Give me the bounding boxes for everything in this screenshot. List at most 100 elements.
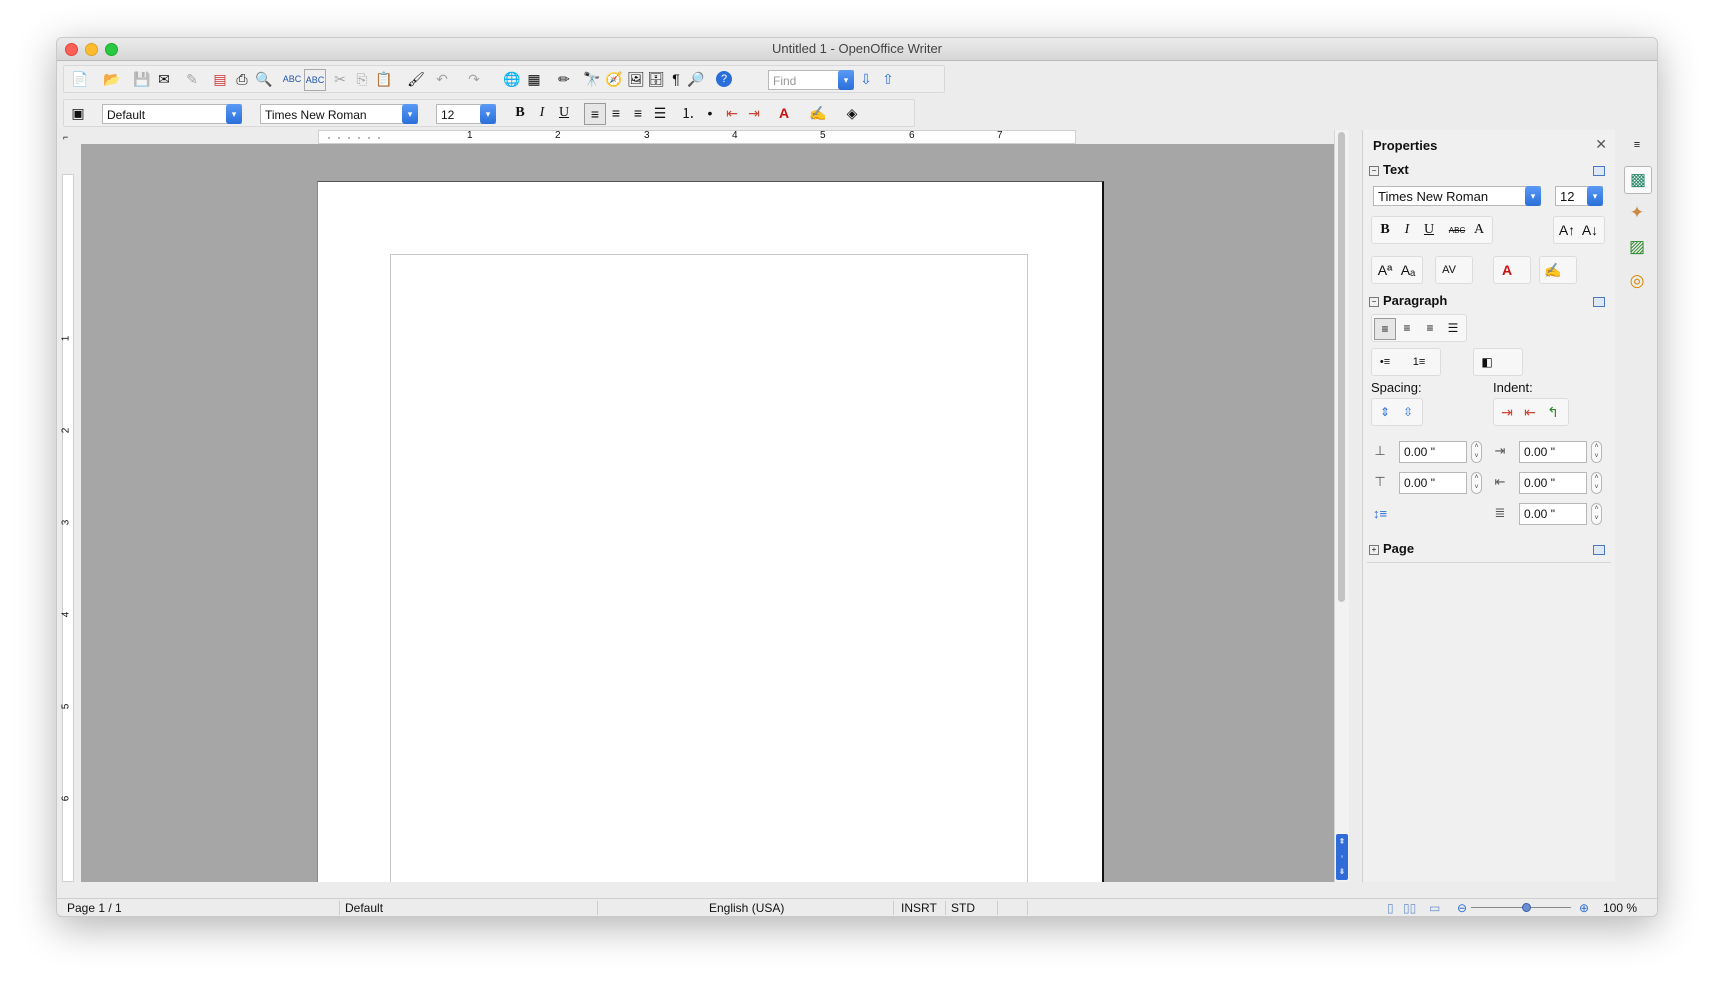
increase-spacing-icon[interactable]: ⇕ <box>1375 402 1395 422</box>
sidebar-highlighting-icon[interactable]: ✍ <box>1543 260 1563 280</box>
after-indent-spinner[interactable]: ˄ ˅ <box>1591 472 1602 494</box>
sidebar-increase-indent-icon[interactable]: ⇥ <box>1497 402 1517 422</box>
sidebar-menu-icon[interactable]: ≡ <box>1624 132 1650 158</box>
cut-icon[interactable]: ✂ <box>330 69 350 89</box>
highlighting-icon[interactable]: ✍ <box>808 103 828 123</box>
subscript-icon[interactable]: Aₐ <box>1398 260 1418 280</box>
edit-file-icon[interactable]: ✎ <box>182 69 202 89</box>
sidebar-justify-icon[interactable]: ☰ <box>1443 318 1463 338</box>
italic-icon[interactable]: I <box>532 103 552 123</box>
align-center-icon[interactable]: ≡ <box>606 103 626 123</box>
page-section-header[interactable]: + Page <box>1369 541 1414 556</box>
sidebar-align-left-icon[interactable]: ≡ <box>1374 318 1396 340</box>
strikethrough-icon[interactable]: ABC <box>1447 220 1467 240</box>
open-folder-icon[interactable]: 📂 <box>102 69 122 89</box>
font-size-select[interactable]: 12 ▾ <box>436 104 496 124</box>
multi-page-view-icon[interactable]: ▯▯ <box>1403 901 1416 915</box>
sidebar-numbering-icon[interactable]: 1≡ <box>1409 352 1429 372</box>
vertical-scrollbar[interactable]: ⇞ ◦ ⇟ <box>1334 130 1349 882</box>
language-status[interactable]: English (USA) <box>709 901 784 915</box>
find-next-icon[interactable]: ⇩ <box>856 69 876 89</box>
collapse-icon[interactable]: − <box>1369 166 1379 176</box>
above-spacing-field[interactable]: 0.00 " <box>1399 441 1467 463</box>
navigator-deck-icon[interactable]: ◎ <box>1624 268 1650 294</box>
first-line-indent-spinner[interactable]: ˄ ˅ <box>1591 503 1602 525</box>
zoom-icon[interactable]: 🔎 <box>686 69 706 89</box>
text-section-header[interactable]: − Text <box>1369 162 1409 177</box>
below-spacing-field[interactable]: 0.00 " <box>1399 472 1467 494</box>
find-input[interactable]: Find ▾ <box>768 70 854 90</box>
zoom-out-icon[interactable]: ⊖ <box>1457 901 1467 915</box>
single-page-view-icon[interactable]: ▯ <box>1387 901 1394 915</box>
underline-icon[interactable]: U <box>554 103 574 123</box>
decrease-font-size-icon[interactable]: A↓ <box>1580 220 1600 240</box>
selection-mode-status[interactable]: STD <box>951 901 975 915</box>
clone-formatting-icon[interactable]: 🖌 <box>406 69 426 89</box>
sidebar-align-center-icon[interactable]: ≡ <box>1397 318 1417 338</box>
sidebar-bold-icon[interactable]: B <box>1375 220 1395 240</box>
first-line-indent-field[interactable]: 0.00 " <box>1519 503 1587 525</box>
page-style-status[interactable]: Default <box>345 901 383 915</box>
close-icon[interactable]: ✕ <box>1595 136 1607 153</box>
document-page[interactable] <box>317 181 1104 882</box>
book-view-icon[interactable]: ▭ <box>1429 901 1440 915</box>
tab-stop-type-icon[interactable]: ⌐ <box>63 132 68 142</box>
more-options-icon[interactable] <box>1593 297 1605 307</box>
formatting-marks-icon[interactable]: ¶ <box>666 69 686 89</box>
sidebar-italic-icon[interactable]: I <box>1397 220 1417 240</box>
font-name-select[interactable]: Times New Roman ▾ <box>260 104 418 124</box>
horizontal-ruler[interactable]: 1 2 3 4 5 6 7 <box>318 130 1076 144</box>
print-icon[interactable]: ⎙ <box>232 69 252 89</box>
sidebar-align-right-icon[interactable]: ≡ <box>1420 318 1440 338</box>
before-indent-field[interactable]: 0.00 " <box>1519 441 1587 463</box>
undo-icon[interactable]: ↶ <box>432 69 452 89</box>
text-boundaries[interactable] <box>390 254 1028 882</box>
sidebar-font-color-icon[interactable]: A <box>1497 260 1517 280</box>
save-icon[interactable]: 💾 <box>132 69 152 89</box>
vertical-ruler[interactable]: 1 2 3 4 5 6 <box>60 174 74 882</box>
expand-icon[interactable]: + <box>1369 545 1379 555</box>
spellcheck-icon[interactable]: ABC <box>282 69 302 89</box>
sidebar-underline-icon[interactable]: U <box>1419 220 1439 240</box>
redo-icon[interactable]: ↷ <box>464 69 484 89</box>
find-previous-icon[interactable]: ⇧ <box>878 69 898 89</box>
hanging-indent-icon[interactable]: ↰ <box>1543 402 1563 422</box>
numbering-icon[interactable]: ⒈ <box>678 103 698 123</box>
below-spacing-spinner[interactable]: ˄ ˅ <box>1471 472 1482 494</box>
properties-deck-icon[interactable]: ▩ <box>1624 166 1652 194</box>
before-indent-spinner[interactable]: ˄ ˅ <box>1591 441 1602 463</box>
page-navigation-buttons[interactable]: ⇞ ◦ ⇟ <box>1336 834 1348 880</box>
table-icon[interactable]: ▦ <box>524 69 544 89</box>
scrollbar-thumb[interactable] <box>1338 132 1345 602</box>
increase-font-size-icon[interactable]: A↑ <box>1557 220 1577 240</box>
help-icon[interactable]: ? <box>716 71 732 87</box>
paragraph-section-header[interactable]: − Paragraph <box>1369 293 1447 308</box>
line-spacing-icon[interactable]: ↕≡ <box>1371 504 1389 522</box>
new-document-icon[interactable]: 📄 <box>70 69 90 89</box>
gallery-icon[interactable]: 🖼 <box>626 69 646 89</box>
copy-icon[interactable]: ⎘ <box>352 69 372 89</box>
insert-mode-status[interactable]: INSRT <box>901 901 937 915</box>
paragraph-style-select[interactable]: Default ▾ <box>102 104 242 124</box>
paste-icon[interactable]: 📋 <box>374 69 394 89</box>
zoom-slider[interactable] <box>1471 907 1571 908</box>
shadow-icon[interactable]: A <box>1469 220 1489 240</box>
background-color-icon[interactable]: ◈ <box>842 103 862 123</box>
font-size-dropdown-icon[interactable]: ▾ <box>480 104 496 124</box>
bold-icon[interactable]: B <box>510 103 530 123</box>
styles-deck-icon[interactable]: ✦ <box>1624 200 1650 226</box>
decrease-indent-icon[interactable]: ⇤ <box>722 103 742 123</box>
styles-formatting-icon[interactable]: ▣ <box>68 103 88 123</box>
export-pdf-icon[interactable]: ▤ <box>210 69 230 89</box>
paragraph-background-icon[interactable]: ◧ <box>1477 352 1497 372</box>
page-count[interactable]: Page 1 / 1 <box>67 901 122 915</box>
sidebar-bullets-icon[interactable]: •≡ <box>1375 352 1395 372</box>
sidebar-decrease-indent-icon[interactable]: ⇤ <box>1520 402 1540 422</box>
decrease-spacing-icon[interactable]: ⇳ <box>1398 402 1418 422</box>
data-sources-icon[interactable]: 🗄 <box>646 69 666 89</box>
sidebar-font-name-dropdown-icon[interactable]: ▾ <box>1525 186 1541 206</box>
character-spacing-icon[interactable]: AV <box>1439 260 1459 280</box>
navigator-icon[interactable]: 🧭 <box>604 69 624 89</box>
superscript-icon[interactable]: Aª <box>1375 260 1395 280</box>
collapse-icon[interactable]: − <box>1369 297 1379 307</box>
